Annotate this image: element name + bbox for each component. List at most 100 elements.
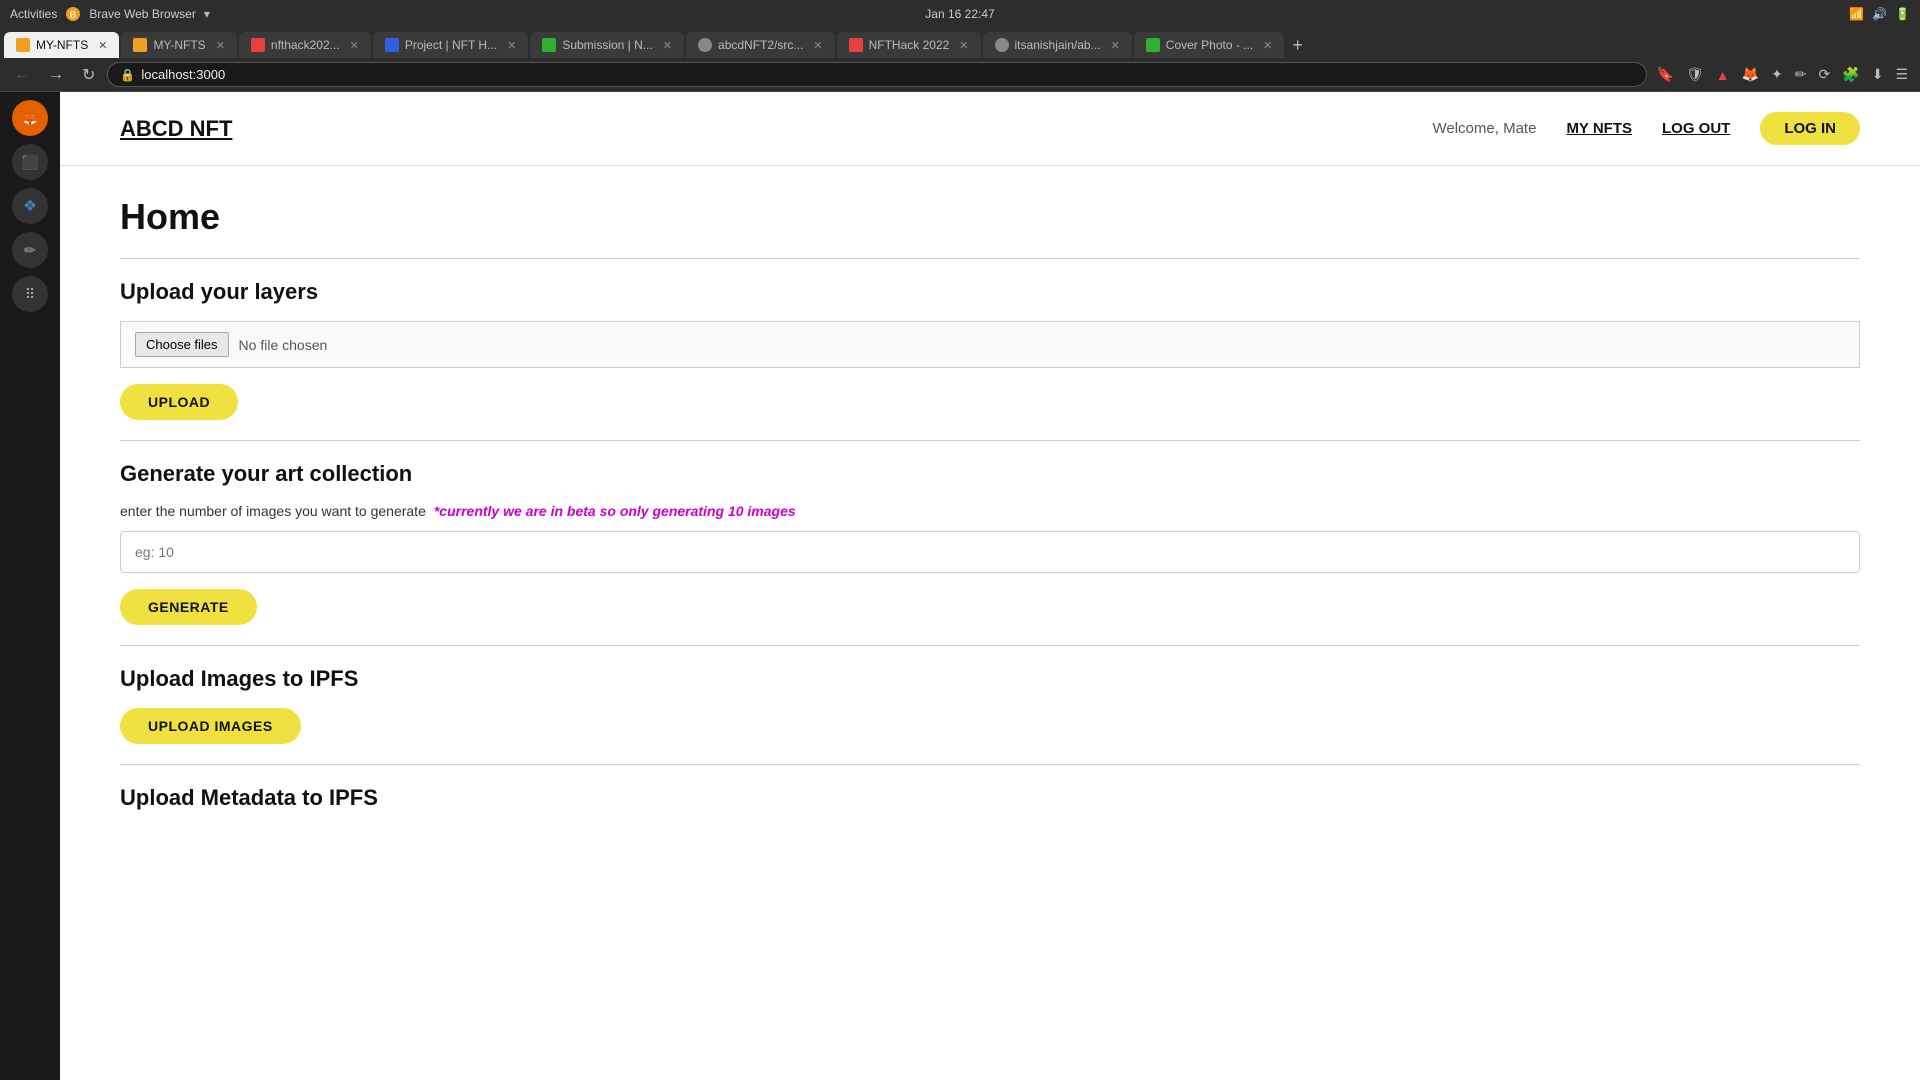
tab-close-btn[interactable]: ✕ [98,39,107,52]
bookmark-icon[interactable]: 🔖 [1653,64,1678,85]
upload-layers-title: Upload your layers [120,279,1860,305]
pen-icon[interactable]: ✏ [1791,64,1811,85]
tab-close-btn[interactable]: ✕ [663,39,672,52]
tab-label: Submission | N... [562,38,652,52]
tab-submission[interactable]: Submission | N... ✕ [530,32,684,58]
tab-icon [849,38,863,52]
tab-label: Project | NFT H... [405,38,497,52]
tab-label: abcdNFT2/src... [718,38,803,52]
refresh-ext-icon[interactable]: ⟳ [1815,64,1835,85]
svg-text:B: B [70,10,77,21]
section-divider-1 [120,258,1860,259]
file-input-wrapper: Choose files No file chosen [120,321,1860,368]
sidebar: 🦊 ⬛ ❖ ✏ ⠿ [0,92,60,1080]
tab-nfthack[interactable]: nfthack202... ✕ [239,32,371,58]
tab-label: nfthack202... [271,38,340,52]
reload-button[interactable]: ↻ [76,63,101,87]
nav-bar: ← → ↻ 🔒 localhost:3000 🔖 🛡 ▲ 🦊 ✦ ✏ ⟳ 🧩 ⬇… [0,58,1920,91]
generate-description: enter the number of images you want to g… [120,503,1860,519]
generate-count-input[interactable] [120,531,1860,573]
nav-icons: 🔖 🛡 ▲ 🦊 ✦ ✏ ⟳ 🧩 ⬇ ☰ [1653,64,1912,85]
tab-label: NFTHack 2022 [869,38,950,52]
beta-notice-text: *currently we are in beta so only genera… [434,503,796,519]
site-header: ABCD NFT Welcome, Mate MY NFTS LOG OUT L… [60,92,1920,166]
browser-name-label: Brave Web Browser [89,7,195,21]
os-system-icons: 📶 🔊 🔋 [1849,7,1910,21]
tab-github-itsanish[interactable]: itsanishjain/ab... ✕ [983,32,1132,58]
tab-github-abcd[interactable]: abcdNFT2/src... ✕ [686,32,835,58]
os-activities-label: Activities [10,7,57,21]
extension-fox-icon[interactable]: 🦊 [1738,64,1763,85]
tab-icon [251,38,265,52]
generate-desc-text: enter the number of images you want to g… [120,503,426,519]
section-divider-4 [120,764,1860,765]
tab-close-btn[interactable]: ✕ [350,39,359,52]
back-button[interactable]: ← [8,64,36,86]
upload-metadata-title: Upload Metadata to IPFS [120,785,1860,811]
os-datetime: Jan 16 22:47 [925,7,994,21]
forward-button[interactable]: → [42,64,70,86]
generate-button[interactable]: GENERATE [120,589,257,625]
sidebar-apps-icon[interactable]: ⠿ [12,276,48,312]
choose-files-button[interactable]: Choose files [135,332,229,357]
section-divider-3 [120,645,1860,646]
brave-icon: B [65,6,81,22]
app-layout: 🦊 ⬛ ❖ ✏ ⠿ ABCD NFT Welcome, Mate MY NFTS… [0,92,1920,1080]
tab-close-btn[interactable]: ✕ [959,39,968,52]
no-file-chosen-text: No file chosen [239,337,328,353]
site-logo[interactable]: ABCD NFT [120,116,232,142]
tab-label: MY-NFTS [153,38,205,52]
tab-close-btn[interactable]: ✕ [813,39,822,52]
triangle-icon[interactable]: ▲ [1712,65,1734,85]
battery-icon: 🔋 [1895,7,1910,21]
wifi-icon: 📶 [1849,7,1864,21]
tab-icon [385,38,399,52]
browser-chrome: MY-NFTS ✕ MY-NFTS ✕ nfthack202... ✕ Proj… [0,28,1920,92]
section-divider-2 [120,440,1860,441]
tab-nfthack-2022[interactable]: NFTHack 2022 ✕ [837,32,981,58]
extension-star-icon[interactable]: ✦ [1767,64,1787,85]
tab-close-btn[interactable]: ✕ [1263,39,1272,52]
generate-title: Generate your art collection [120,461,1860,487]
webpage: ABCD NFT Welcome, Mate MY NFTS LOG OUT L… [60,92,1920,1080]
shield-icon[interactable]: 🛡 [1682,64,1708,85]
my-nfts-nav-link[interactable]: MY NFTS [1566,120,1632,137]
new-tab-button[interactable]: + [1286,35,1309,56]
os-bar: Activities B Brave Web Browser ▾ Jan 16 … [0,0,1920,28]
url-text: localhost:3000 [141,67,225,82]
downloads-icon[interactable]: ⬇ [1868,64,1888,85]
sidebar-terminal-icon[interactable]: ⬛ [12,144,48,180]
tab-my-nfts-active[interactable]: MY-NFTS ✕ [4,32,119,58]
volume-icon: 🔊 [1872,7,1887,21]
tab-icon [133,38,147,52]
dropdown-icon: ▾ [204,7,210,21]
tab-project[interactable]: Project | NFT H... ✕ [373,32,528,58]
tab-icon [16,38,30,52]
upload-button[interactable]: UPLOAD [120,384,238,420]
tab-label: Cover Photo - ... [1166,38,1253,52]
logout-nav-link[interactable]: LOG OUT [1662,120,1730,137]
tab-icon [995,38,1009,52]
extensions-icon[interactable]: 🧩 [1838,64,1863,85]
sidebar-edit-icon[interactable]: ✏ [12,232,48,268]
page-body: Home Upload your layers Choose files No … [60,166,1920,857]
address-bar[interactable]: 🔒 localhost:3000 [107,62,1646,87]
lock-icon: 🔒 [120,68,135,82]
welcome-text: Welcome, Mate [1433,120,1537,137]
sidebar-firefox-icon[interactable]: 🦊 [12,100,48,136]
svg-text:🦊: 🦊 [23,112,38,126]
tab-close-btn[interactable]: ✕ [216,39,225,52]
main-content: ABCD NFT Welcome, Mate MY NFTS LOG OUT L… [60,92,1920,1080]
login-button[interactable]: LOG IN [1760,112,1860,145]
upload-images-button[interactable]: UPLOAD IMAGES [120,708,301,744]
tab-my-nfts-2[interactable]: MY-NFTS ✕ [121,32,236,58]
page-title: Home [120,196,1860,238]
tab-icon [1146,38,1160,52]
tab-label: itsanishjain/ab... [1015,38,1101,52]
tab-close-btn[interactable]: ✕ [507,39,516,52]
sidebar-vscode-icon[interactable]: ❖ [12,188,48,224]
tab-cover-photo[interactable]: Cover Photo - ... ✕ [1134,32,1285,58]
tab-icon [698,38,712,52]
menu-icon[interactable]: ☰ [1891,64,1912,85]
tab-close-btn[interactable]: ✕ [1111,39,1120,52]
